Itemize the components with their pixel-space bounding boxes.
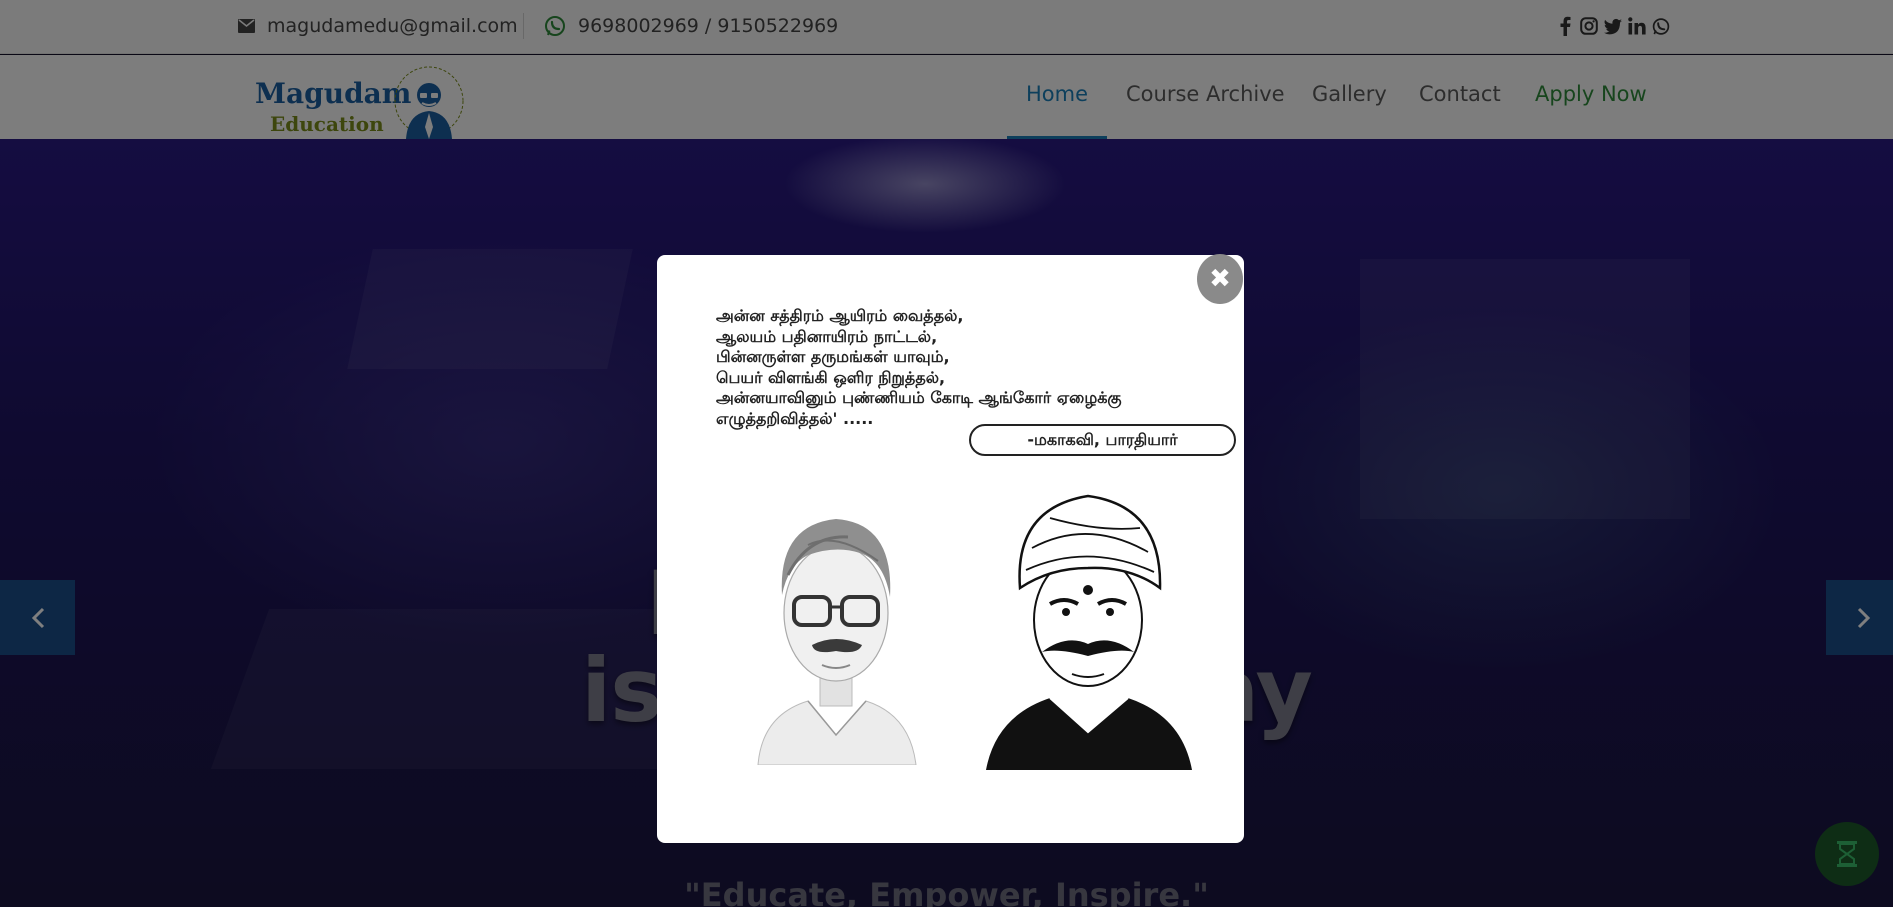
- poem-line: பெயர் விளங்கி ஒளிர நிறுத்தல்,: [716, 367, 946, 387]
- portrait-sketch-bharathiyar: [986, 494, 1192, 770]
- tamil-poem-quote: அன்ன சத்திரம் ஆயிரம் வைத்தல், ஆலயம் பதின…: [716, 306, 1122, 429]
- poem-line: ஆலயம் பதினாயிரம் நாட்டல்,: [716, 326, 938, 346]
- portrait-sketch-founder: [757, 519, 917, 765]
- poem-line: அன்னயாவினும் புண்ணியம் கோடி ஆங்கோர் ஏழைக…: [716, 388, 1122, 407]
- quote-attribution: -மகாகவி, பாரதியார்: [969, 424, 1236, 456]
- modal-close-button[interactable]: ✖: [1197, 254, 1243, 304]
- poem-line: பின்னருள்ள தருமங்கள் யாவும்,: [716, 347, 950, 366]
- close-icon: ✖: [1209, 264, 1231, 294]
- poem-line: அன்ன சத்திரம் ஆயிரம் வைத்தல்,: [716, 306, 964, 325]
